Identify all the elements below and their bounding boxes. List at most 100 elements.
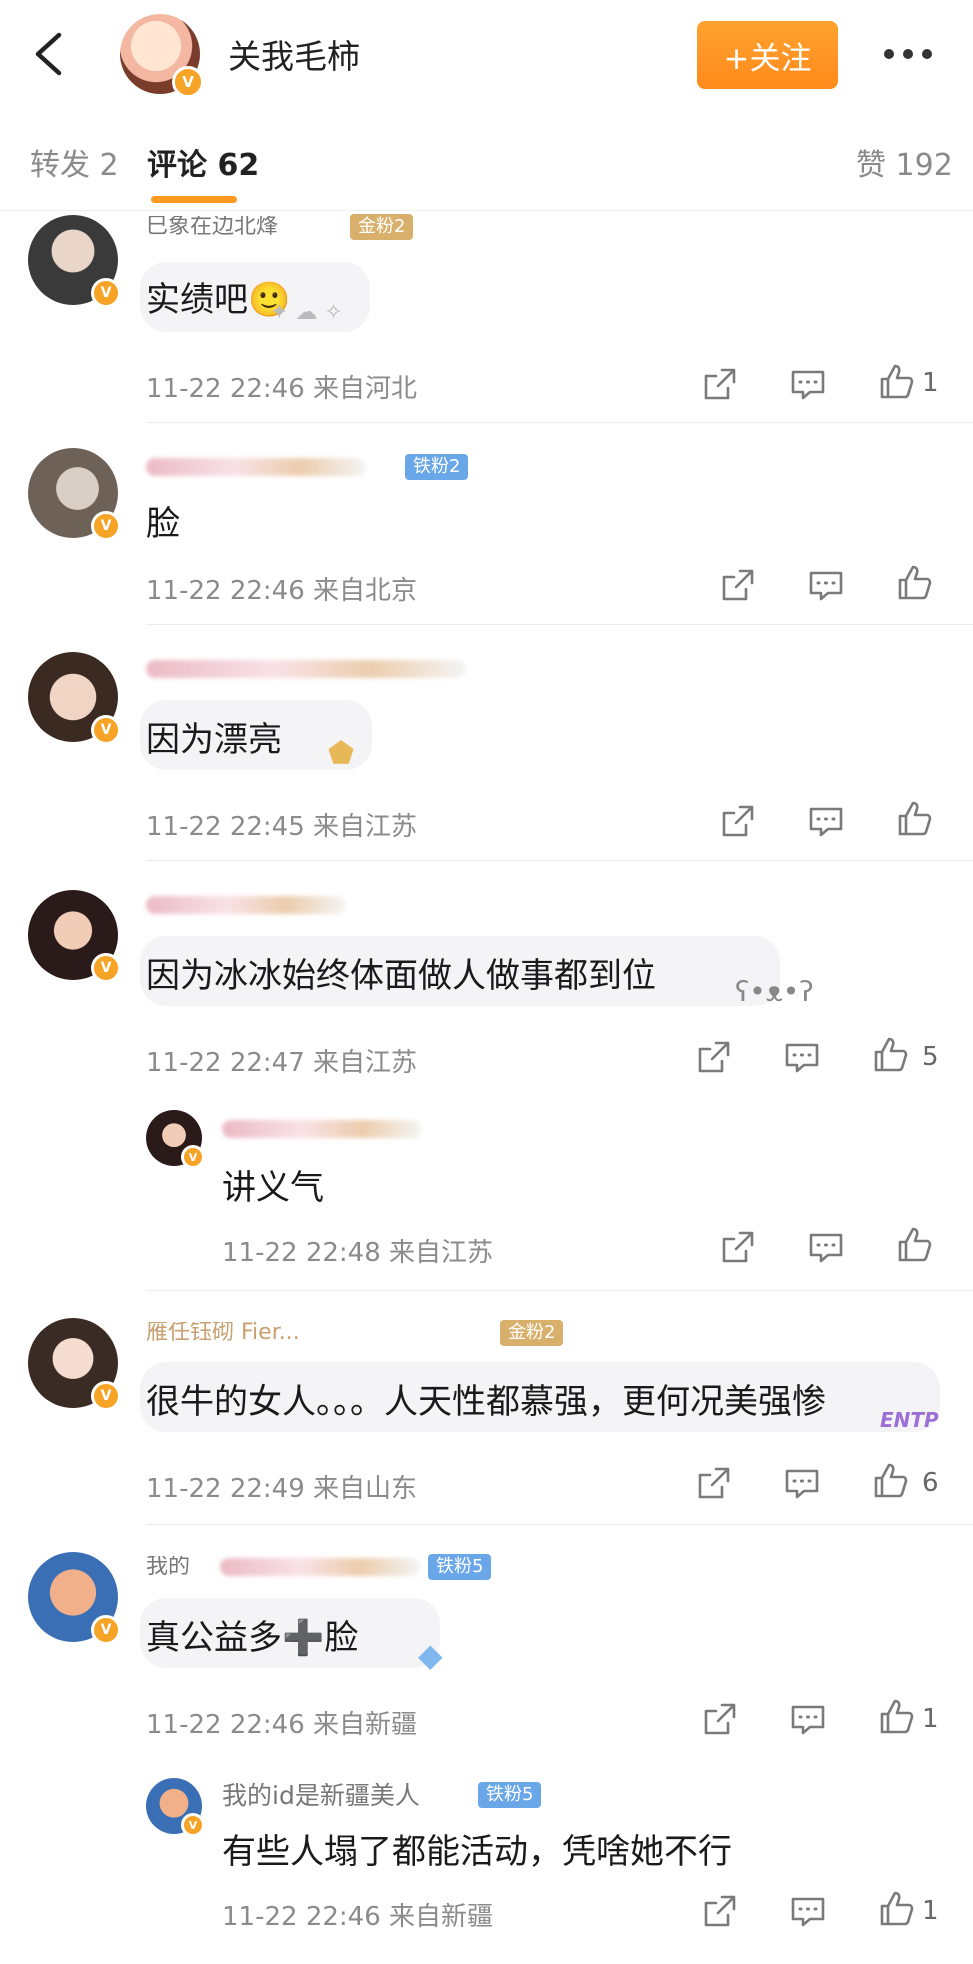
comment-text: 真公益多➕脸	[146, 1618, 359, 1658]
fan-badge: 铁粉2	[405, 454, 469, 480]
verified-badge-icon: V	[172, 66, 204, 98]
comment-button[interactable]	[788, 1891, 828, 1931]
comment-button[interactable]	[788, 1699, 828, 1739]
fan-badge: 铁粉5	[428, 1554, 492, 1580]
follow-button[interactable]: +关注	[697, 21, 838, 89]
commenter-name[interactable]: 我的	[146, 1556, 226, 1578]
verified-badge-icon: V	[91, 511, 121, 541]
tab-comments[interactable]: 评论 62	[147, 140, 259, 184]
comment-button[interactable]	[782, 1037, 822, 1077]
share-button[interactable]	[694, 1037, 734, 1077]
reply-text: 有些人塌了都能活动，凭啥她不行	[222, 1832, 732, 1872]
commenter-avatar[interactable]: V	[28, 652, 121, 745]
comment-meta: 11-22 22:49 来自山东	[146, 1474, 418, 1504]
like-button[interactable]	[870, 1461, 910, 1501]
verified-badge-icon: V	[181, 1145, 205, 1169]
share-icon	[722, 805, 754, 837]
comment-button[interactable]	[788, 364, 828, 404]
commenter-name-redacted[interactable]	[146, 896, 346, 914]
comment-text: 因为冰冰始终体面做人做事都到位	[146, 956, 656, 996]
like-button[interactable]	[876, 1889, 916, 1929]
comment-icon	[791, 1705, 825, 1735]
tab-likes[interactable]: 赞 192	[856, 140, 953, 184]
thumbs-up-icon	[898, 801, 932, 836]
verified-badge-icon: V	[91, 1381, 121, 1411]
share-button[interactable]	[700, 1699, 740, 1739]
comment-divider	[146, 624, 973, 625]
share-icon	[722, 569, 754, 601]
comment-meta: 11-22 22:45 来自江苏	[146, 812, 418, 842]
commenter-avatar[interactable]: V	[28, 1552, 121, 1645]
share-button[interactable]	[700, 364, 740, 404]
author-avatar[interactable]: V	[120, 14, 204, 98]
reply-avatar[interactable]: V	[146, 1778, 205, 1837]
share-icon	[704, 1895, 736, 1927]
comment-button[interactable]	[806, 1227, 846, 1267]
share-button[interactable]	[718, 1227, 758, 1267]
like-button[interactable]	[894, 799, 934, 839]
comment-meta: 11-22 22:46 来自河北	[146, 374, 418, 404]
author-name[interactable]: 关我毛柿	[228, 30, 360, 78]
commenter-avatar[interactable]: V	[28, 1318, 121, 1411]
comment-text: 脸	[146, 504, 180, 544]
share-icon	[704, 368, 736, 400]
comment-button[interactable]	[806, 565, 846, 605]
comment-icon	[791, 1897, 825, 1927]
commenter-name-redacted[interactable]	[146, 458, 366, 476]
verified-badge-icon: V	[91, 1615, 121, 1645]
comment-divider	[146, 860, 973, 861]
like-count: 5	[922, 1042, 939, 1072]
reply-name[interactable]: 我的id是新疆美人	[222, 1782, 482, 1810]
thumbs-up-icon	[880, 1699, 914, 1734]
diamond-badge-icon: ◆	[418, 1636, 443, 1674]
share-icon	[722, 1231, 754, 1263]
thumbs-up-icon	[880, 364, 914, 399]
like-button[interactable]	[876, 1697, 916, 1737]
comment-button[interactable]	[806, 801, 846, 841]
post-tabs: 转发 2 评论 62 赞 192	[0, 105, 973, 211]
tab-repost[interactable]: 转发 2	[30, 140, 119, 184]
like-count: 1	[922, 1896, 939, 1926]
thumbs-up-icon	[898, 1227, 932, 1262]
verified-badge-icon: V	[181, 1813, 205, 1837]
commenter-avatar[interactable]: V	[28, 890, 121, 983]
more-dots-icon	[884, 49, 894, 59]
reply-avatar[interactable]: V	[146, 1110, 205, 1169]
commenter-name[interactable]: 巳象在边北烽	[146, 216, 346, 238]
share-button[interactable]	[718, 565, 758, 605]
entp-sticker-icon: ENTP	[880, 1408, 939, 1432]
like-button[interactable]	[894, 563, 934, 603]
verified-badge-icon: V	[91, 278, 121, 308]
comment-divider	[146, 1290, 973, 1291]
share-button[interactable]	[694, 1463, 734, 1503]
pentagon-badge-icon: ⬟	[328, 736, 355, 771]
back-button[interactable]	[20, 20, 76, 88]
active-tab-indicator	[151, 196, 237, 203]
top-bar: V 关我毛柿 +关注	[0, 0, 973, 106]
thumbs-up-icon	[880, 1891, 914, 1926]
commenter-name-redacted[interactable]	[146, 660, 466, 678]
share-icon	[704, 1703, 736, 1735]
comment-text: 因为漂亮	[146, 720, 282, 760]
bear-sticker-icon: ʕ•ᴥ•ʔ	[735, 975, 814, 1008]
commenter-avatar[interactable]: V	[28, 448, 121, 541]
commenter-name[interactable]: 雁任钰砌 Fier...	[146, 1322, 406, 1344]
comment-icon	[809, 571, 843, 601]
thumbs-up-icon	[874, 1463, 908, 1498]
share-button[interactable]	[718, 801, 758, 841]
like-button[interactable]	[894, 1225, 934, 1265]
commenter-avatar[interactable]: V	[28, 215, 121, 308]
like-button[interactable]	[876, 362, 916, 402]
like-count: 6	[922, 1468, 939, 1498]
like-button[interactable]	[870, 1035, 910, 1075]
share-button[interactable]	[700, 1891, 740, 1931]
thumbs-up-icon	[874, 1037, 908, 1072]
reply-name-redacted[interactable]	[222, 1120, 422, 1138]
more-button[interactable]	[868, 28, 948, 80]
comment-button[interactable]	[782, 1463, 822, 1503]
reply-meta: 11-22 22:46 来自新疆	[222, 1902, 494, 1932]
comment-icon	[785, 1469, 819, 1499]
reply-text: 讲义气	[222, 1168, 324, 1208]
reply-meta: 11-22 22:48 来自江苏	[222, 1238, 494, 1268]
comment-icon	[809, 807, 843, 837]
